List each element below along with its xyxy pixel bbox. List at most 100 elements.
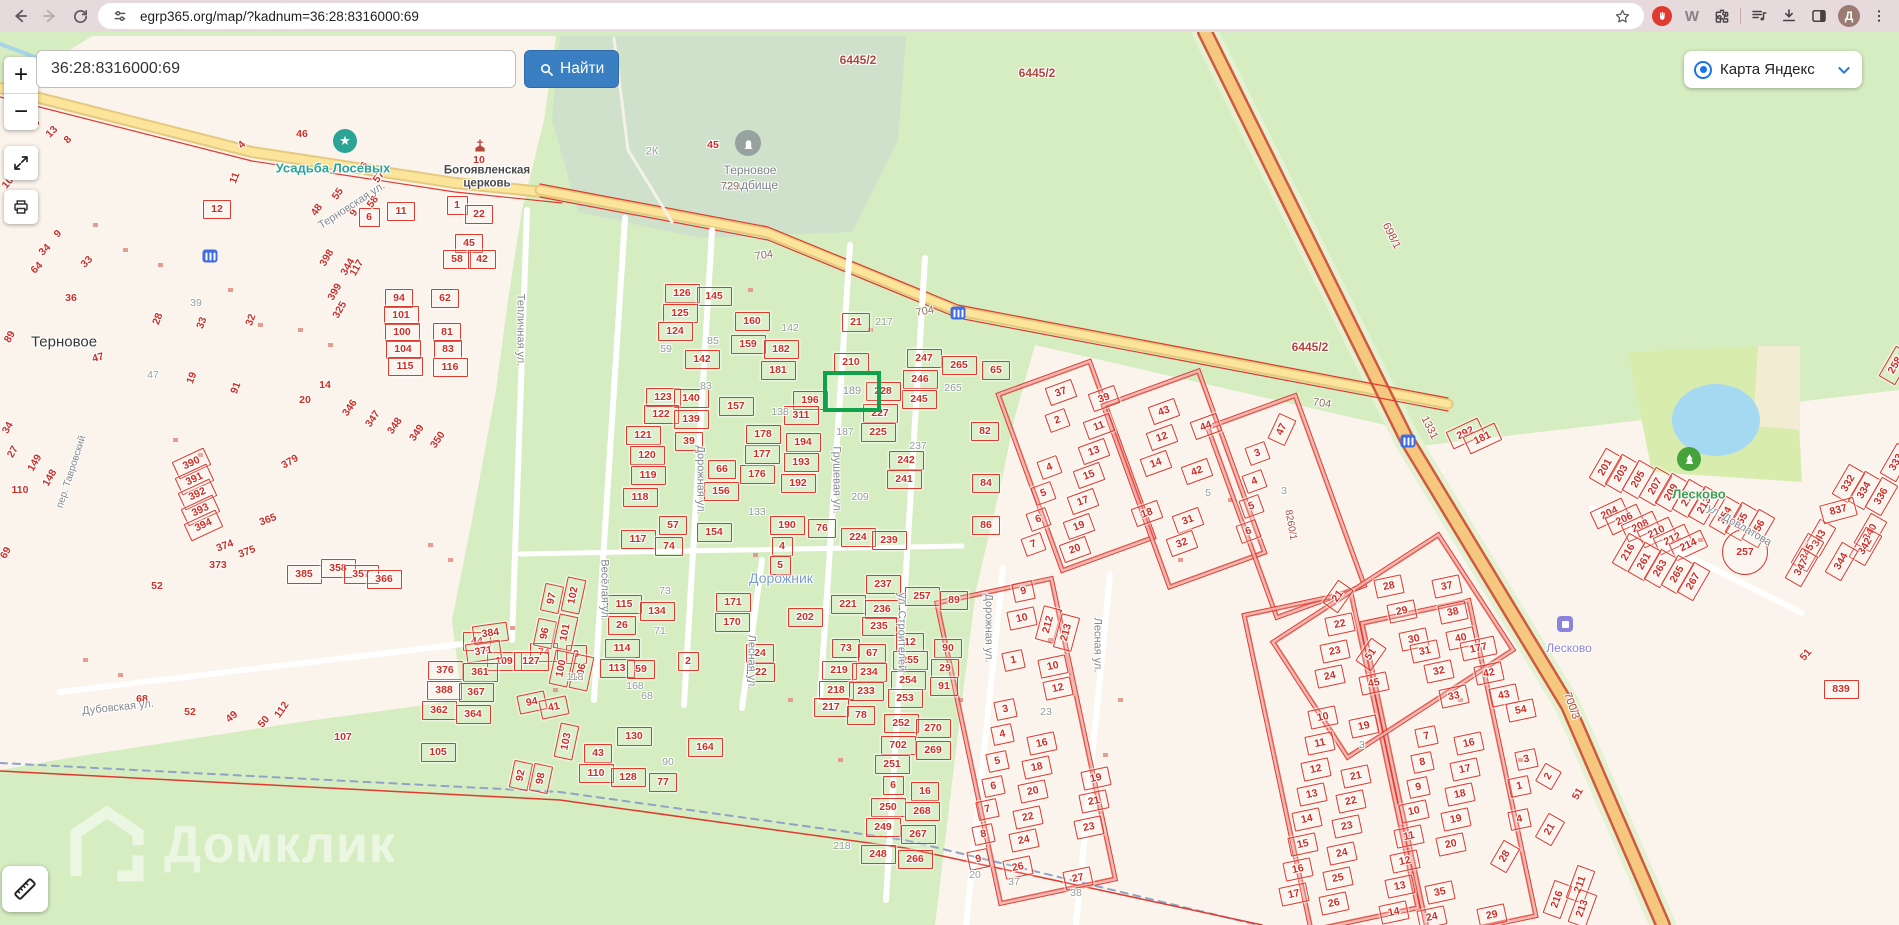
parcel-347[interactable]: 347 xyxy=(1784,547,1818,587)
parcel-270[interactable]: 270 xyxy=(915,718,951,738)
parcel-9[interactable]: 9 xyxy=(1010,579,1036,603)
parcel-1[interactable]: 1 xyxy=(1000,648,1026,672)
parcel-130[interactable]: 130 xyxy=(616,726,652,746)
parcel-233[interactable]: 233 xyxy=(848,681,884,701)
extensions-icon[interactable] xyxy=(1710,4,1734,28)
cadastral-number-input[interactable] xyxy=(36,50,516,88)
parcel-11[interactable]: 11 xyxy=(387,201,415,221)
parcel-42[interactable]: 42 xyxy=(468,249,496,269)
ruler-button[interactable] xyxy=(2,866,48,912)
parcel-9[interactable]: 9 xyxy=(1405,775,1431,799)
parcel-139[interactable]: 139 xyxy=(673,409,709,429)
parcel-103[interactable]: 103 xyxy=(553,721,579,761)
map-layer-selector[interactable]: Карта Яндекс xyxy=(1684,51,1862,88)
parcel-361[interactable]: 361 xyxy=(462,662,498,682)
print-button[interactable] xyxy=(4,190,38,224)
parcel-249[interactable]: 249 xyxy=(865,817,901,837)
parcel-254[interactable]: 254 xyxy=(890,670,926,690)
parcel-269[interactable]: 269 xyxy=(915,740,951,760)
menu-kebab-icon[interactable] xyxy=(1867,4,1891,28)
parcel-58[interactable]: 58 xyxy=(443,249,471,269)
parcel-7[interactable]: 7 xyxy=(1019,531,1047,557)
parcel-78[interactable]: 78 xyxy=(847,705,875,725)
parcel-43[interactable]: 43 xyxy=(584,743,612,763)
parcel-245[interactable]: 245 xyxy=(901,389,937,409)
parcel-120[interactable]: 120 xyxy=(629,445,665,465)
parcel-4[interactable]: 4 xyxy=(1506,807,1532,831)
parcel-192[interactable]: 192 xyxy=(780,473,816,493)
parcel-702[interactable]: 702 xyxy=(880,735,916,755)
parcel-252[interactable]: 252 xyxy=(883,713,919,733)
parcel-126[interactable]: 126 xyxy=(664,283,700,303)
parcel-182[interactable]: 182 xyxy=(763,339,799,359)
parcel-239[interactable]: 239 xyxy=(871,530,907,550)
media-playlist-icon[interactable] xyxy=(1747,4,1771,28)
parcel-8[interactable]: 8 xyxy=(1409,750,1435,774)
parcel-267[interactable]: 267 xyxy=(900,824,936,844)
parcel-178[interactable]: 178 xyxy=(745,424,781,444)
wikipedia-extension-icon[interactable]: W xyxy=(1680,4,1704,28)
parcel-84[interactable]: 84 xyxy=(972,473,1000,493)
parcel-258[interactable]: 258 xyxy=(1878,345,1899,385)
map-canvas[interactable]: 126 145 125 124 142 160 159 182 181 21 210 196 123 14… xyxy=(0,32,1899,925)
parcel-94[interactable]: 94 xyxy=(385,288,413,308)
parcel-74[interactable]: 74 xyxy=(655,536,683,556)
parcel-116[interactable]: 116 xyxy=(432,357,468,377)
parcel-3[interactable]: 3 xyxy=(1513,747,1539,771)
zoom-out-button[interactable]: − xyxy=(4,94,38,130)
parcel-236[interactable]: 236 xyxy=(864,599,900,619)
parcel-73[interactable]: 73 xyxy=(832,638,860,658)
parcel-376[interactable]: 376 xyxy=(427,660,463,680)
parcel-83[interactable]: 83 xyxy=(434,339,462,359)
adblock-icon[interactable] xyxy=(1650,4,1674,28)
parcel-26[interactable]: 26 xyxy=(608,615,636,635)
parcel-366[interactable]: 366 xyxy=(366,569,402,589)
parcel-59[interactable]: 59 xyxy=(627,659,655,679)
parcel-242[interactable]: 242 xyxy=(888,450,924,470)
parcel-22[interactable]: 22 xyxy=(465,204,493,224)
parcel-101[interactable]: 101 xyxy=(383,305,419,325)
parcel-224[interactable]: 224 xyxy=(840,527,876,547)
parcel-7[interactable]: 7 xyxy=(974,797,1000,821)
parcel-21[interactable]: 21 xyxy=(1534,812,1566,846)
parcel-115[interactable]: 115 xyxy=(387,356,423,376)
sidebar-icon[interactable] xyxy=(1807,4,1831,28)
parcel-21[interactable]: 21 xyxy=(842,312,870,332)
parcel-159[interactable]: 159 xyxy=(730,334,766,354)
parcel-100[interactable]: 100 xyxy=(384,322,420,342)
parcel-3[interactable]: 3 xyxy=(992,697,1018,721)
parcel-77[interactable]: 77 xyxy=(649,772,677,792)
parcel-65[interactable]: 65 xyxy=(982,360,1010,380)
highlighted-parcel[interactable]: 189 xyxy=(823,370,881,412)
parcel-164[interactable]: 164 xyxy=(687,737,723,757)
parcel-90[interactable]: 90 xyxy=(934,638,962,658)
fullscreen-button[interactable] xyxy=(4,146,38,180)
parcel-156[interactable]: 156 xyxy=(703,481,739,501)
parcel-125[interactable]: 125 xyxy=(662,303,698,323)
parcel-202[interactable]: 202 xyxy=(787,607,823,627)
parcel-6[interactable]: 6 xyxy=(358,207,380,227)
parcel-121[interactable]: 121 xyxy=(625,425,661,445)
parcel-115[interactable]: 115 xyxy=(606,594,642,614)
parcel-177[interactable]: 177 xyxy=(744,444,780,464)
parcel-268[interactable]: 268 xyxy=(904,801,940,821)
parcel-9[interactable]: 9 xyxy=(965,847,991,871)
forward-icon[interactable] xyxy=(38,4,62,28)
parcel-81[interactable]: 81 xyxy=(433,322,461,342)
parcel-128[interactable]: 128 xyxy=(610,767,646,787)
parcel-12[interactable]: 12 xyxy=(203,199,231,219)
parcel-154[interactable]: 154 xyxy=(696,522,732,542)
site-info-icon[interactable] xyxy=(108,4,132,28)
parcel-82[interactable]: 82 xyxy=(971,421,999,441)
parcel-118[interactable]: 118 xyxy=(622,487,658,507)
parcel-157[interactable]: 157 xyxy=(718,396,754,416)
parcel-62[interactable]: 62 xyxy=(431,288,459,308)
zoom-in-button[interactable]: + xyxy=(4,57,38,93)
parcel-89[interactable]: 89 xyxy=(940,590,968,610)
parcel-86[interactable]: 86 xyxy=(972,515,1000,535)
parcel-385[interactable]: 385 xyxy=(286,564,322,584)
parcel-8[interactable]: 8 xyxy=(970,822,996,846)
parcel-235[interactable]: 235 xyxy=(861,616,897,636)
parcel-102[interactable]: 102 xyxy=(560,575,586,615)
profile-avatar[interactable]: Д xyxy=(1837,4,1861,28)
